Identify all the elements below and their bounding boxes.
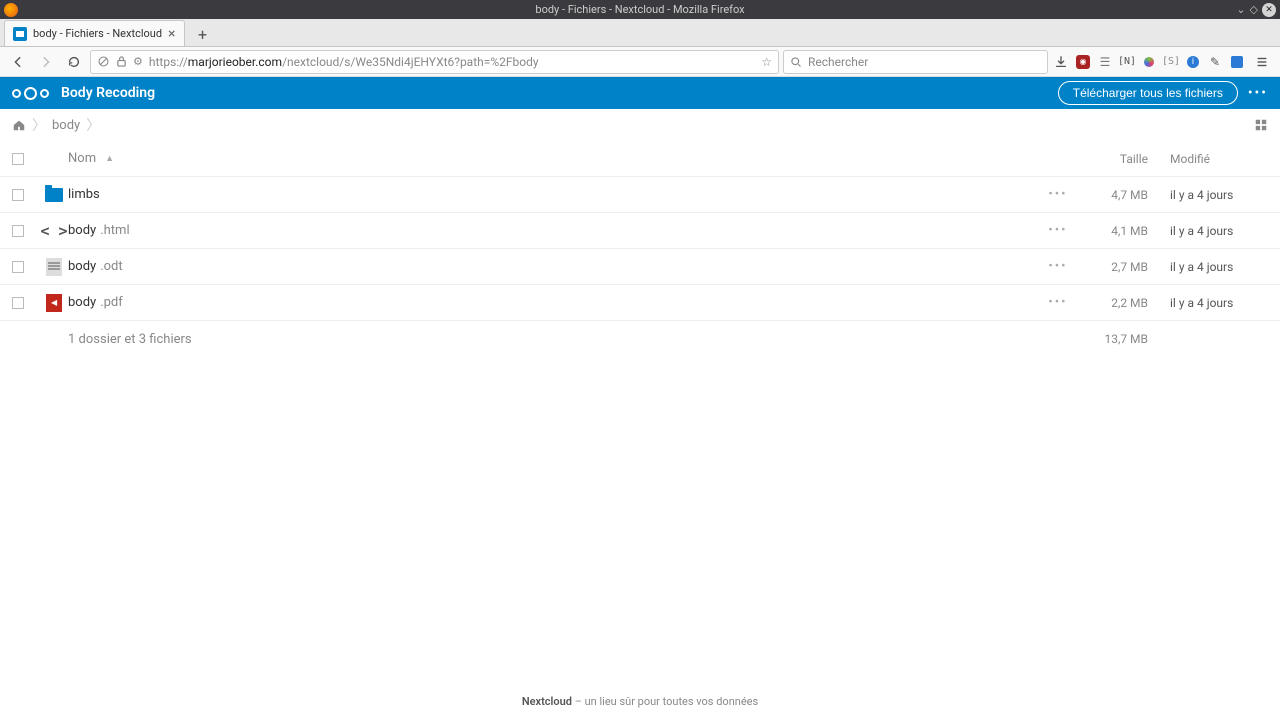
tab-close-icon[interactable]: × [168, 27, 175, 41]
row-checkbox[interactable] [12, 297, 24, 309]
extension-icon-3[interactable] [1140, 53, 1158, 71]
url-bar[interactable]: ⚙ https:// marjorieober.com /nextcloud/s… [90, 50, 779, 74]
breadcrumb-separator-icon: 〉 [32, 115, 46, 135]
footer-brand[interactable]: Nextcloud [522, 695, 572, 708]
app-menu-button[interactable] [1250, 50, 1274, 74]
column-header-modified[interactable]: Modifié [1148, 152, 1268, 166]
column-header-size[interactable]: Taille [1078, 152, 1148, 166]
file-name[interactable]: body.pdf [68, 295, 1038, 310]
column-header-name[interactable]: Nom ▲ [68, 151, 1038, 166]
file-row[interactable]: body.odt•••2,7 MBil y a 4 jours [0, 249, 1280, 285]
row-checkbox[interactable] [12, 189, 24, 201]
code-file-icon: < > [44, 221, 64, 241]
window-title: body - Fichiers - Nextcloud - Mozilla Fi… [535, 3, 744, 16]
window-maximize-icon[interactable]: ◇ [1250, 3, 1258, 16]
folder-icon [44, 185, 64, 205]
url-path: /nextcloud/s/We35Ndi4jEHYXt6?path=%2Fbod… [282, 55, 538, 69]
header-more-icon[interactable]: ••• [1248, 85, 1268, 101]
row-checkbox[interactable] [12, 225, 24, 237]
firefox-icon [4, 3, 18, 17]
new-tab-button[interactable]: + [191, 22, 215, 46]
row-actions-icon[interactable]: ••• [1038, 295, 1078, 310]
browser-search-bar[interactable]: Rechercher [783, 50, 1048, 74]
select-all-checkbox[interactable] [12, 153, 24, 165]
file-list-summary: 1 dossier et 3 fichiers 13,7 MB [0, 321, 1280, 357]
footer: Nextcloud – un lieu sûr pour toutes vos … [0, 689, 1280, 720]
file-size: 4,7 MB [1078, 188, 1148, 202]
row-actions-icon[interactable]: ••• [1038, 187, 1078, 202]
extension-icon-6[interactable]: ✎ [1206, 53, 1224, 71]
file-size: 2,2 MB [1078, 296, 1148, 310]
ublock-icon[interactable]: ◉ [1074, 53, 1092, 71]
browser-tab[interactable]: body - Fichiers - Nextcloud × [4, 20, 185, 46]
file-row[interactable]: body.pdf•••2,2 MBil y a 4 jours [0, 285, 1280, 321]
file-size: 4,1 MB [1078, 224, 1148, 238]
home-icon [12, 118, 26, 132]
nextcloud-header: Body Recoding Télécharger tous les fichi… [0, 77, 1280, 109]
url-scheme: https:// [149, 55, 188, 69]
nextcloud-logo[interactable] [12, 87, 49, 100]
browser-navbar: ⚙ https:// marjorieober.com /nextcloud/s… [0, 47, 1280, 77]
extension-icon-1[interactable]: ☰ [1096, 53, 1114, 71]
row-checkbox[interactable] [12, 261, 24, 273]
share-title: Body Recoding [61, 85, 155, 101]
file-name[interactable]: body.odt [68, 259, 1038, 274]
row-actions-icon[interactable]: ••• [1038, 259, 1078, 274]
extension-icon-4[interactable]: [S] [1162, 53, 1180, 71]
extension-icon-5[interactable]: i [1184, 53, 1202, 71]
url-host: marjorieober.com [188, 55, 282, 69]
os-titlebar: body - Fichiers - Nextcloud - Mozilla Fi… [0, 0, 1280, 19]
download-icon[interactable] [1052, 53, 1070, 71]
file-modified: il y a 4 jours [1148, 224, 1268, 238]
extension-icon-7[interactable] [1228, 53, 1246, 71]
shield-icon [97, 55, 110, 68]
file-row[interactable]: limbs•••4,7 MBil y a 4 jours [0, 177, 1280, 213]
nextcloud-favicon [13, 27, 27, 41]
sort-ascending-icon: ▲ [105, 153, 114, 164]
row-actions-icon[interactable]: ••• [1038, 223, 1078, 238]
nav-forward-button[interactable] [34, 50, 58, 74]
pdf-file-icon [44, 293, 64, 313]
file-name[interactable]: body.html [68, 223, 1038, 238]
window-minimize-icon[interactable]: ⌄ [1236, 3, 1245, 16]
file-name[interactable]: limbs [68, 187, 1038, 202]
view-grid-toggle[interactable] [1254, 118, 1268, 132]
search-icon [790, 56, 802, 68]
bookmark-star-icon[interactable]: ☆ [761, 55, 772, 69]
nav-back-button[interactable] [6, 50, 30, 74]
file-modified: il y a 4 jours [1148, 296, 1268, 310]
footer-text: – un lieu sûr pour toutes vos données [572, 695, 758, 708]
search-placeholder: Rechercher [808, 55, 868, 69]
nav-reload-button[interactable] [62, 50, 86, 74]
file-modified: il y a 4 jours [1148, 188, 1268, 202]
file-list-header: Nom ▲ Taille Modifié [0, 141, 1280, 177]
lock-icon [116, 55, 127, 68]
tab-title: body - Fichiers - Nextcloud [33, 27, 162, 40]
summary-size: 13,7 MB [1078, 332, 1148, 346]
permissions-icon: ⚙ [133, 55, 143, 68]
file-list: Nom ▲ Taille Modifié limbs•••4,7 MBil y … [0, 141, 1280, 357]
download-all-button[interactable]: Télécharger tous les fichiers [1058, 81, 1238, 105]
extension-icon-2[interactable]: [N] [1118, 53, 1136, 71]
breadcrumb-home[interactable] [12, 118, 26, 132]
window-close-icon[interactable]: ✕ [1262, 3, 1276, 17]
document-file-icon [44, 257, 64, 277]
file-size: 2,7 MB [1078, 260, 1148, 274]
browser-tabstrip: body - Fichiers - Nextcloud × + [0, 19, 1280, 47]
breadcrumb-current[interactable]: body [52, 118, 80, 133]
summary-text: 1 dossier et 3 fichiers [68, 332, 1038, 347]
breadcrumb-bar: 〉 body 〉 [0, 109, 1280, 141]
breadcrumb-separator-icon: 〉 [86, 115, 100, 135]
file-modified: il y a 4 jours [1148, 260, 1268, 274]
file-row[interactable]: < > body.html•••4,1 MBil y a 4 jours [0, 213, 1280, 249]
